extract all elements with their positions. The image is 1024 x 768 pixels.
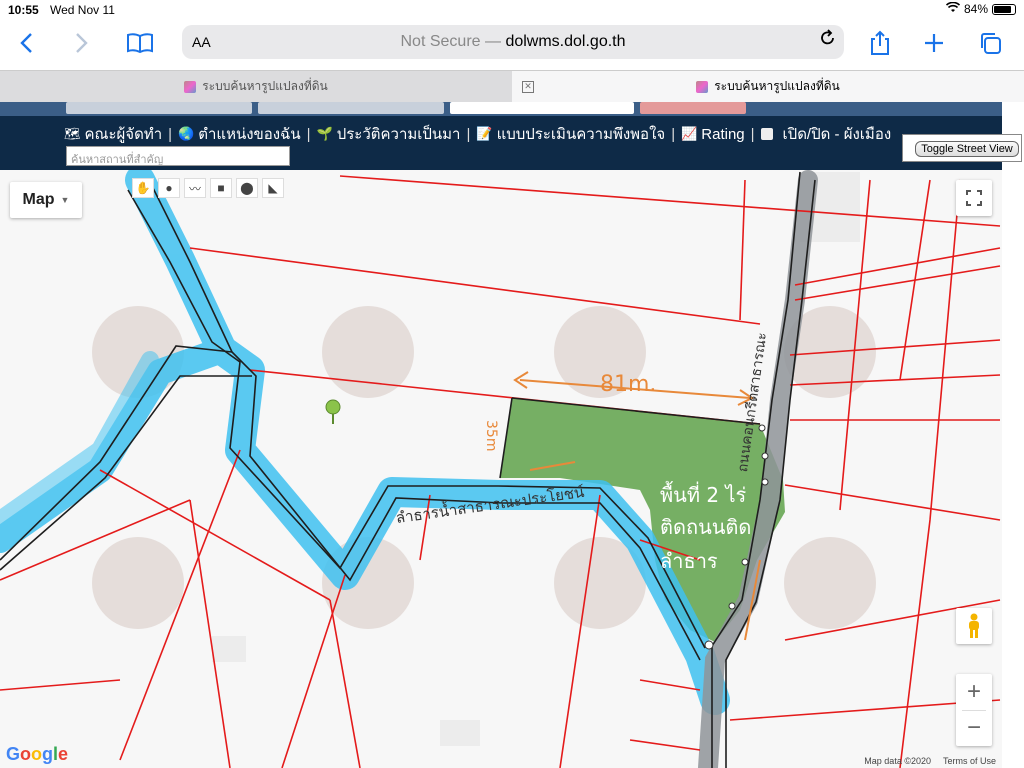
top-length-label: 81m. [600,372,657,397]
nav-label: ประวัติความเป็นมา [336,126,461,143]
tab-1[interactable]: ระบบค้นหารูปแปลงที่ดิน [0,71,512,102]
province-select[interactable] [66,102,252,114]
share-icon[interactable] [864,28,896,58]
tab-title: ระบบค้นหารูปแปลงที่ดิน [714,79,840,93]
browser-toolbar: AA Not Secure — dolwms.dol.go.th [0,20,1024,68]
google-logo-letter: o [20,744,32,764]
page-margin [1002,170,1024,768]
battery-icon [992,3,1016,15]
nav-rating[interactable]: 📈 Rating [681,126,745,143]
nav-label: แบบประเมินความพึงพอใจ [496,126,666,143]
nav-label: Rating [701,125,745,143]
tab-title: ระบบค้นหารูปแปลงที่ดิน [202,79,328,93]
map-icon: 🗺 [64,126,81,141]
status-right: 84% [945,1,1016,16]
close-tab-icon[interactable]: ✕ [522,80,534,93]
zoom-divider [962,710,986,711]
chart-icon: 📈 [681,126,698,141]
building [212,636,246,662]
nav-separator: | [306,125,311,143]
place-search-input[interactable]: ค้นหาสถานที่สำคัญ [66,146,290,166]
reload-icon[interactable] [820,29,836,52]
map-attribution: Map data ©2020 Terms of Use [864,756,996,766]
address-bar[interactable]: AA Not Secure — dolwms.dol.go.th [182,25,844,59]
map-data-credit: Map data ©2020 [864,756,931,766]
date: Wed Nov 11 [50,3,115,17]
nav-separator: | [671,125,676,143]
tab-bar: ระบบค้นหารูปแปลงที่ดิน ✕ ระบบค้นหารูปแปล… [0,70,1024,102]
site-favicon-icon [184,80,197,93]
drawing-toolbar: ✋ ● 〰 ■ ⬤ ◣ [132,178,284,198]
fullscreen-icon[interactable] [956,180,992,216]
nav-separator: | [750,125,755,143]
rectangle-tool-icon[interactable]: ■ [210,178,232,198]
tabs-overview-icon[interactable] [974,28,1006,58]
battery-percent: 84% [963,2,988,16]
nav-toggle-cityplan[interactable]: เปิด/ปิด - ผังเมือง [760,122,892,146]
nav-separator: | [168,125,173,143]
location-marker[interactable] [325,399,341,424]
map-type-label: Map [22,191,55,208]
nav-label: เปิด/ปิด - ผังเมือง [782,126,892,143]
nav-survey[interactable]: 📝 แบบประเมินความพึงพอใจ [476,122,665,146]
nav-history[interactable]: 🌱 ประวัติความเป็นมา [317,122,461,146]
toggle-street-view-button[interactable]: Toggle Street View [915,141,1019,157]
terms-link[interactable]: Terms of Use [943,756,996,766]
hand-icon[interactable]: ✋ [132,178,154,198]
url-text: Not Secure — dolwms.dol.go.th [182,33,844,51]
toggle-street-view-panel: Toggle Street View [902,134,1022,162]
globe-icon: 🌏 [178,126,195,141]
area-text-line1: พื้นที่ 2 ไร่ [660,483,747,507]
back-icon[interactable] [10,28,42,58]
wifi-icon [945,1,961,16]
checkbox-icon[interactable] [760,128,773,140]
parcel-input[interactable] [450,102,634,114]
polyline-tool-icon[interactable]: 〰 [184,178,206,198]
notepad-icon: 📝 [476,126,493,141]
circle-tool-icon[interactable]: ⬤ [236,178,258,198]
nav-team[interactable]: 🗺 คณะผู้จัดทำ [64,122,162,146]
caret-down-icon: ▼ [60,195,70,205]
site-header: 🗺 คณะผู้จัดทำ | 🌏 ตำแหน่งของฉัน | 🌱 ประวัติ… [0,102,1002,170]
ipad-safari-window: 10:55 Wed Nov 11 84% AA Not Secure — dol… [0,0,1024,768]
zoom-control: + − [956,674,992,746]
new-tab-icon[interactable] [918,28,950,58]
main-nav: 🗺 คณะผู้จัดทำ | 🌏 ตำแหน่งของฉัน | 🌱 ประวัติ… [64,122,891,146]
site-favicon-icon [696,80,709,93]
sprout-icon: 🌱 [316,126,333,141]
search-parcel-button[interactable] [640,102,746,114]
google-logo-letter: g [42,744,54,764]
area-text-line3: ลำธาร [660,549,718,573]
left-length-label: 35m [483,420,499,452]
map-canvas[interactable]: 81m. 35m พื้นที่ 2 ไร่ ติดถนนติด ลำธาร ล… [0,170,1002,768]
zoom-in-button[interactable]: + [956,674,992,710]
district-select[interactable] [258,102,444,114]
marker-tool-icon[interactable]: ● [158,178,180,198]
tab-2[interactable]: ✕ ระบบค้นหารูปแปลงที่ดิน [512,71,1024,102]
polygon-tool-icon[interactable]: ◣ [262,178,284,198]
nav-separator: | [466,125,471,143]
building [440,720,480,746]
google-logo: Google [6,744,68,765]
zoom-out-button[interactable]: − [956,710,992,746]
area-text-line2: ติดถนนติด [660,515,752,539]
url-prefix: Not Secure — [400,33,506,50]
filter-strip [0,102,1002,116]
google-logo-letter: e [58,744,69,764]
google-logo-letter: G [6,744,21,764]
map-layer [0,170,1001,768]
clock: 10:55 [8,3,39,17]
pegman-icon[interactable] [956,608,992,644]
url-host: dolwms.dol.go.th [505,33,626,50]
parcel-boundaries [0,175,1001,768]
nav-label: คณะผู้จัดทำ [84,126,163,143]
map-type-button[interactable]: Map ▼ [10,182,82,218]
status-bar: 10:55 Wed Nov 11 84% [0,0,1024,20]
google-logo-letter: o [31,744,43,764]
forward-icon[interactable] [66,28,98,58]
nav-label: ตำแหน่งของฉัน [198,126,301,143]
bookmarks-icon[interactable] [124,28,156,58]
nav-my-location[interactable]: 🌏 ตำแหน่งของฉัน [178,122,301,146]
